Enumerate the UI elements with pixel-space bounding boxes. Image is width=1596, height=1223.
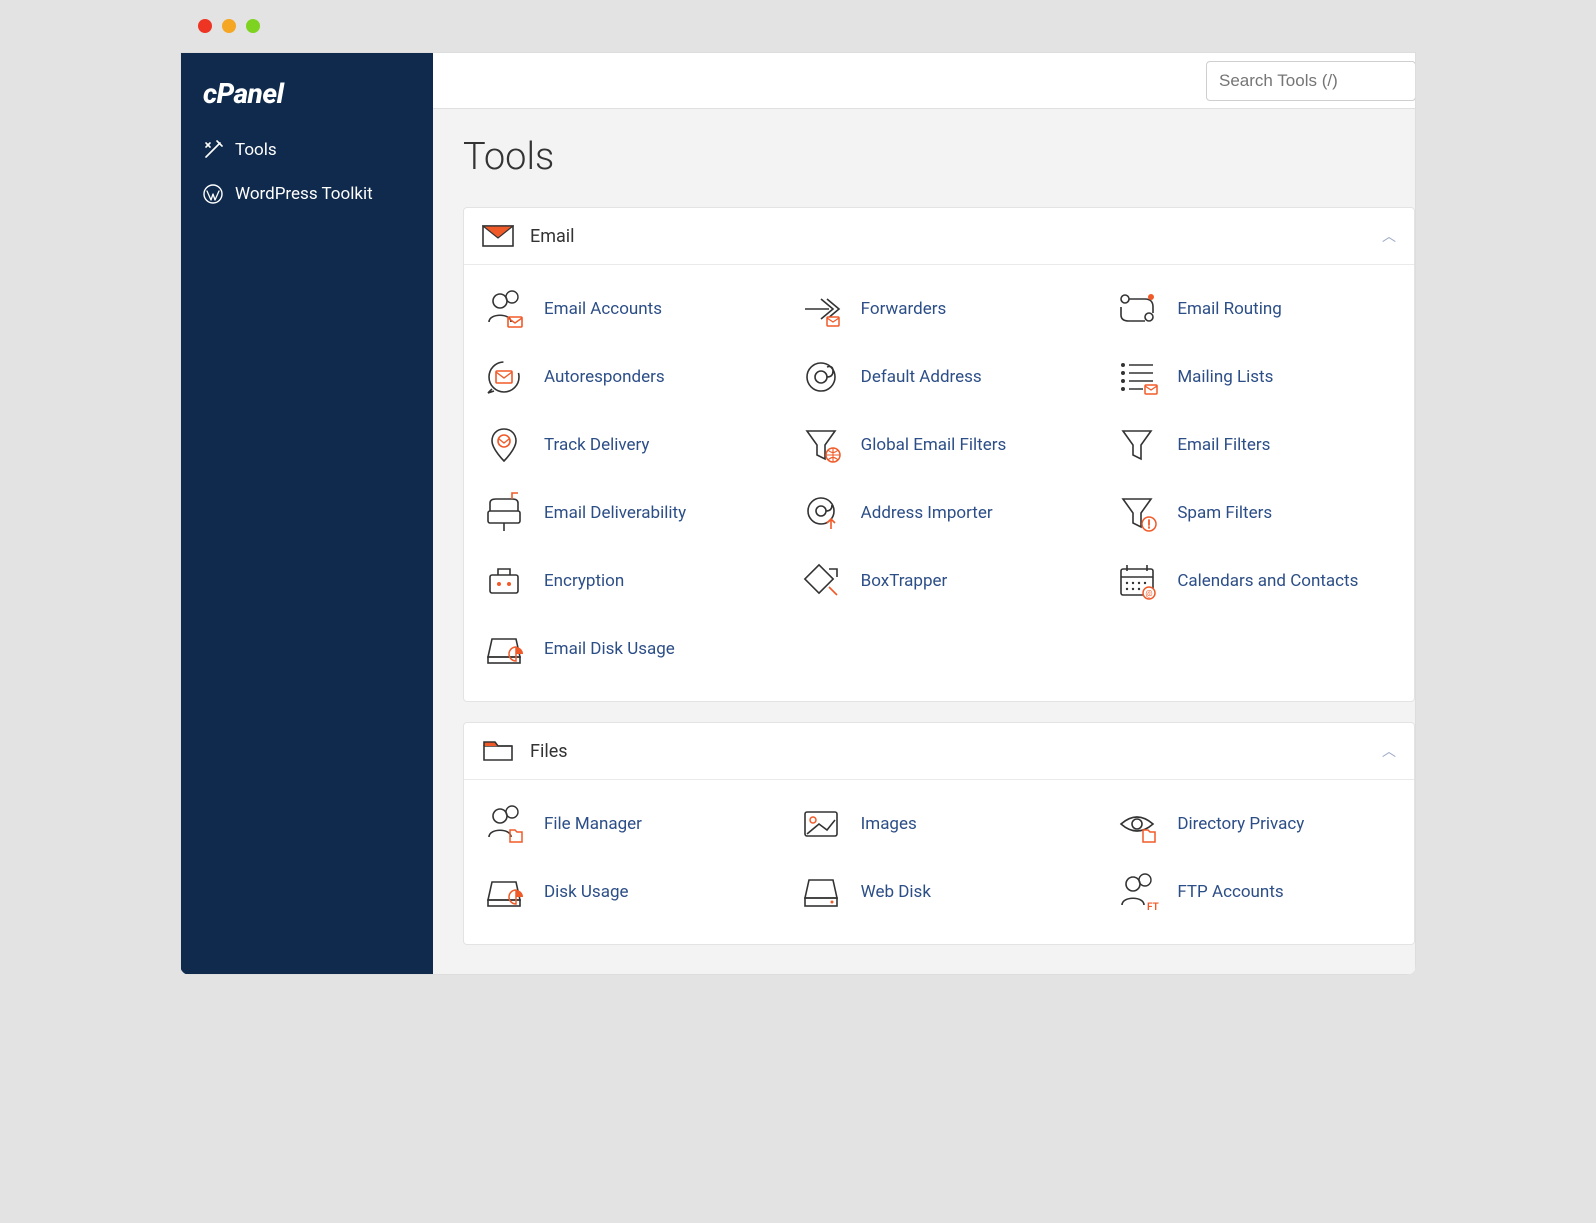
mailbox-icon bbox=[482, 491, 526, 535]
sidebar-item-tools[interactable]: Tools bbox=[181, 128, 433, 172]
tool-address-importer[interactable]: Address Importer bbox=[781, 479, 1098, 547]
sidebar: cPanel Tools WordPress Toolkit bbox=[181, 53, 433, 974]
tool-label: Address Importer bbox=[861, 503, 993, 523]
tool-global-email-filters[interactable]: Global Email Filters bbox=[781, 411, 1098, 479]
at-icon bbox=[799, 355, 843, 399]
tool-track-delivery[interactable]: Track Delivery bbox=[464, 411, 781, 479]
eye-folder-icon bbox=[1115, 802, 1159, 846]
tool-email-deliverability[interactable]: Email Deliverability bbox=[464, 479, 781, 547]
chevron-up-icon: ︿ bbox=[1382, 226, 1396, 246]
tool-label: File Manager bbox=[544, 814, 642, 834]
window-titlebar bbox=[180, 0, 1416, 52]
envelope-icon bbox=[482, 224, 514, 248]
tool-ftp-accounts[interactable]: FTP Accounts bbox=[1097, 858, 1414, 926]
page-title: Tools bbox=[433, 129, 1415, 197]
app-frame: cPanel Tools WordPress Toolkit Tools Emai… bbox=[180, 52, 1416, 975]
tool-label: Default Address bbox=[861, 367, 982, 387]
tool-label: Email Deliverability bbox=[544, 503, 686, 523]
section-body-email: Email Accounts Forwarders Email Routing Aut… bbox=[464, 265, 1414, 701]
tool-label: Autoresponders bbox=[544, 367, 665, 387]
sidebar-item-wp[interactable]: WordPress Toolkit bbox=[181, 172, 433, 216]
at-up-icon bbox=[799, 491, 843, 535]
tool-label: Web Disk bbox=[861, 882, 931, 902]
tool-label: FTP Accounts bbox=[1177, 882, 1283, 902]
section-title: Files bbox=[530, 741, 1382, 762]
tool-mailing-lists[interactable]: Mailing Lists bbox=[1097, 343, 1414, 411]
tool-email-filters[interactable]: Email Filters bbox=[1097, 411, 1414, 479]
boxtrap-icon bbox=[799, 559, 843, 603]
tool-calendars-contacts[interactable]: Calendars and Contacts bbox=[1097, 547, 1414, 615]
autoresponder-icon bbox=[482, 355, 526, 399]
brand-text: cPanel bbox=[203, 77, 283, 110]
tool-label: Mailing Lists bbox=[1177, 367, 1273, 387]
user-folder-icon bbox=[482, 802, 526, 846]
user-mail-icon bbox=[482, 287, 526, 331]
funnel-icon bbox=[1115, 423, 1159, 467]
user-ftp-icon bbox=[1115, 870, 1159, 914]
tools-icon bbox=[203, 140, 223, 160]
folder-icon bbox=[482, 739, 514, 763]
disk-pie-icon bbox=[482, 627, 526, 671]
sidebar-item-label: Tools bbox=[235, 140, 277, 160]
chevron-up-icon: ︿ bbox=[1382, 741, 1396, 761]
tool-images[interactable]: Images bbox=[781, 790, 1098, 858]
tool-label: Email Disk Usage bbox=[544, 639, 675, 659]
image-icon bbox=[799, 802, 843, 846]
disk-icon bbox=[799, 870, 843, 914]
tool-label: Directory Privacy bbox=[1177, 814, 1304, 834]
forward-icon bbox=[799, 287, 843, 331]
brand-logo: cPanel bbox=[181, 63, 433, 128]
section-body-files: File Manager Images Directory Privacy Disk … bbox=[464, 780, 1414, 944]
tool-label: BoxTrapper bbox=[861, 571, 948, 591]
funnel-globe-icon bbox=[799, 423, 843, 467]
section-header-files[interactable]: Files︿ bbox=[464, 723, 1414, 780]
list-mail-icon bbox=[1115, 355, 1159, 399]
tool-email-routing[interactable]: Email Routing bbox=[1097, 275, 1414, 343]
calendar-icon bbox=[1115, 559, 1159, 603]
tool-directory-privacy[interactable]: Directory Privacy bbox=[1097, 790, 1414, 858]
tool-label: Email Accounts bbox=[544, 299, 662, 319]
tool-box-trapper[interactable]: BoxTrapper bbox=[781, 547, 1098, 615]
topbar bbox=[433, 53, 1415, 109]
search-input[interactable] bbox=[1206, 61, 1415, 101]
tool-label: Disk Usage bbox=[544, 882, 629, 902]
tool-label: Track Delivery bbox=[544, 435, 649, 455]
section-header-email[interactable]: Email︿ bbox=[464, 208, 1414, 265]
tool-email-accounts[interactable]: Email Accounts bbox=[464, 275, 781, 343]
sidebar-item-label: WordPress Toolkit bbox=[235, 184, 373, 204]
window-maximize-icon[interactable] bbox=[246, 19, 260, 33]
tool-encryption[interactable]: Encryption bbox=[464, 547, 781, 615]
window-close-icon[interactable] bbox=[198, 19, 212, 33]
section-title: Email bbox=[530, 226, 1382, 247]
tool-spam-filters[interactable]: Spam Filters bbox=[1097, 479, 1414, 547]
pin-mail-icon bbox=[482, 423, 526, 467]
tool-label: Calendars and Contacts bbox=[1177, 571, 1358, 591]
wordpress-icon bbox=[203, 184, 223, 204]
tool-forwarders[interactable]: Forwarders bbox=[781, 275, 1098, 343]
section-files: Files︿ File Manager Images Directory Privac… bbox=[463, 722, 1415, 945]
tool-disk-usage[interactable]: Disk Usage bbox=[464, 858, 781, 926]
disk-pie-icon bbox=[482, 870, 526, 914]
tool-label: Spam Filters bbox=[1177, 503, 1272, 523]
tool-web-disk[interactable]: Web Disk bbox=[781, 858, 1098, 926]
tool-label: Forwarders bbox=[861, 299, 947, 319]
tool-email-disk-usage[interactable]: Email Disk Usage bbox=[464, 615, 781, 683]
section-email: Email︿ Email Accounts Forwarders Email Rout… bbox=[463, 207, 1415, 702]
tool-label: Images bbox=[861, 814, 917, 834]
tool-label: Global Email Filters bbox=[861, 435, 1007, 455]
briefcase-icon bbox=[482, 559, 526, 603]
tool-label: Encryption bbox=[544, 571, 624, 591]
tool-label: Email Filters bbox=[1177, 435, 1270, 455]
tool-default-address[interactable]: Default Address bbox=[781, 343, 1098, 411]
funnel-alert-icon bbox=[1115, 491, 1159, 535]
main-area: Tools Email︿Email AccountsForwardersEmai… bbox=[433, 53, 1415, 974]
browser-window: cPanel Tools WordPress Toolkit Tools Emai… bbox=[180, 0, 1416, 975]
tool-autoresponders[interactable]: Autoresponders bbox=[464, 343, 781, 411]
window-minimize-icon[interactable] bbox=[222, 19, 236, 33]
content-scroll: Tools Email︿Email AccountsForwardersEmai… bbox=[433, 109, 1415, 974]
tool-file-manager[interactable]: File Manager bbox=[464, 790, 781, 858]
routing-icon bbox=[1115, 287, 1159, 331]
tool-label: Email Routing bbox=[1177, 299, 1281, 319]
